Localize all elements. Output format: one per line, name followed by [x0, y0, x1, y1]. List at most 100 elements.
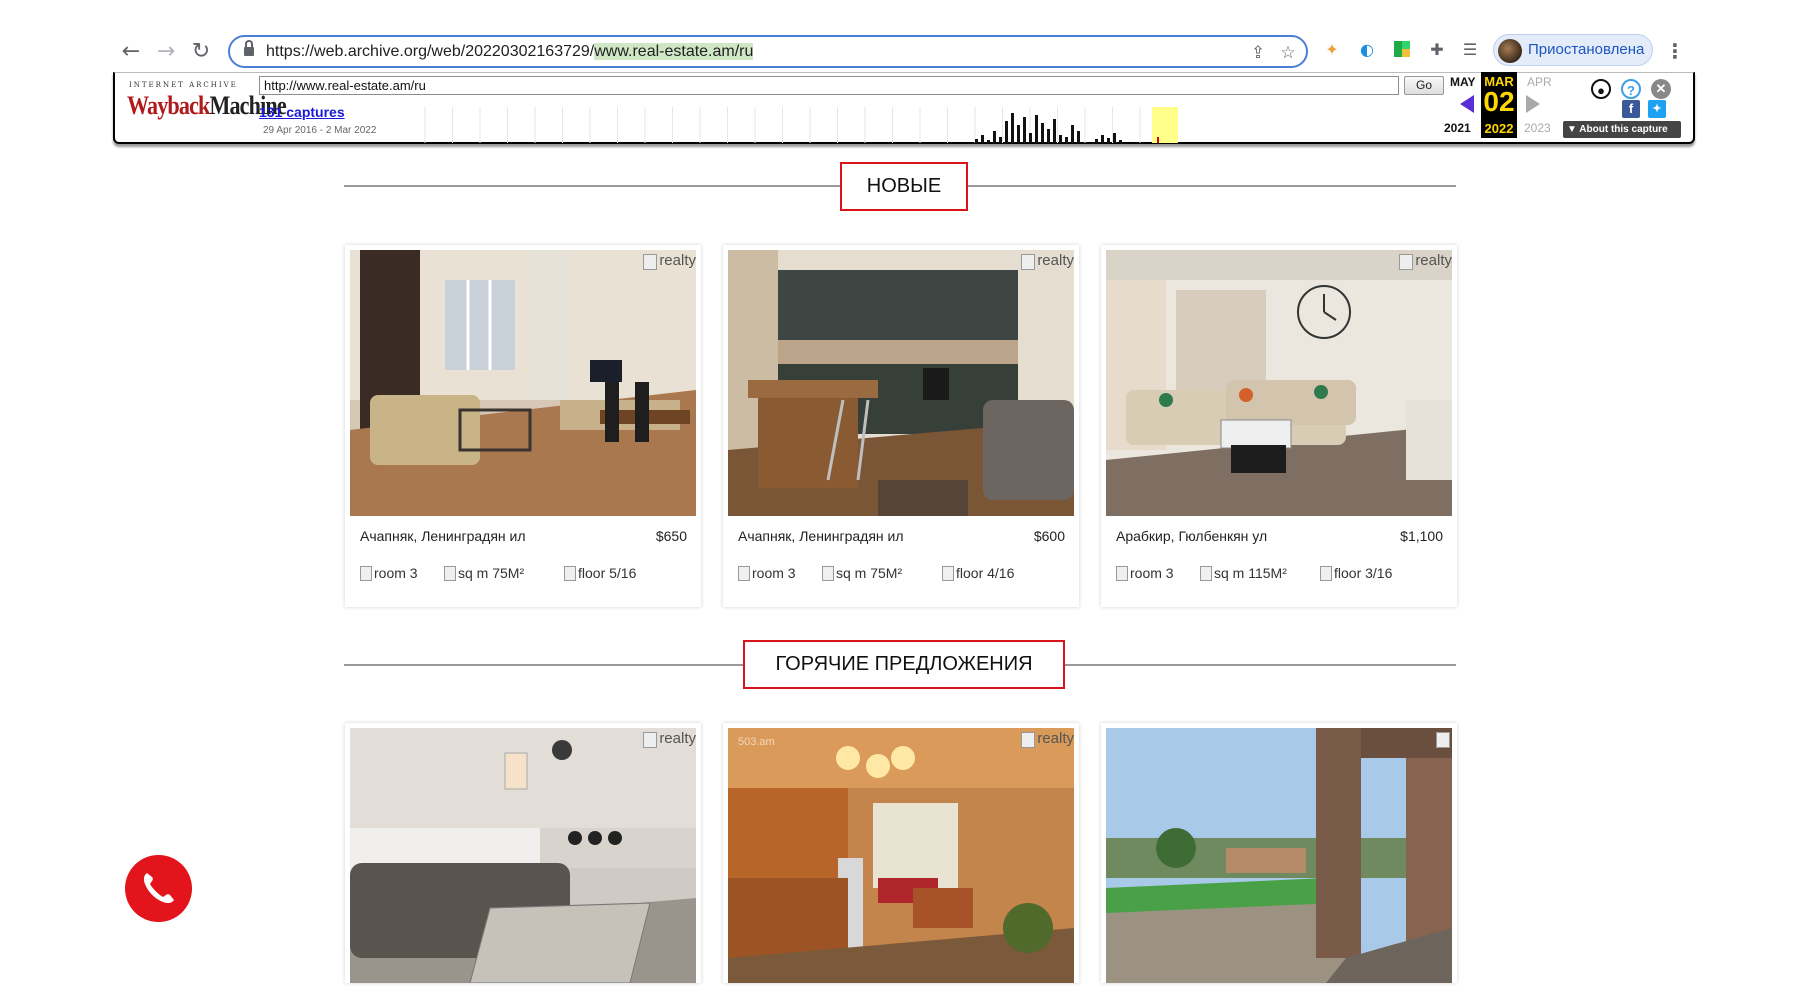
extension-puzzle-color-icon[interactable]: ✦ — [1322, 40, 1342, 60]
avatar — [1498, 39, 1522, 63]
lock-icon — [244, 40, 254, 57]
close-icon[interactable]: ✕ — [1651, 79, 1671, 99]
area-sqm: sq m 75M² — [444, 565, 524, 581]
sparkline-bar — [1029, 133, 1032, 143]
sparkline-bar — [1035, 115, 1038, 143]
sparkline-bar — [1041, 123, 1044, 143]
address-url[interactable]: https://web.archive.org/web/202203021637… — [266, 43, 754, 61]
realty-badge: realty — [1019, 252, 1074, 270]
sparkline-bar — [1005, 121, 1008, 143]
address-bar[interactable]: https://web.archive.org/web/202203021637… — [228, 35, 1308, 68]
listing-photo[interactable] — [1106, 728, 1452, 983]
wayback-go-button[interactable]: Go — [1404, 76, 1444, 95]
captures-sparkline[interactable] — [395, 99, 1265, 143]
sparkline-current-year — [1152, 107, 1178, 143]
extension-circle-icon[interactable]: ◐ — [1357, 40, 1377, 60]
current-year: 2022 — [1484, 121, 1514, 136]
forward-icon[interactable]: → — [153, 39, 179, 65]
listing-price: $600 — [1033, 528, 1065, 544]
profile-label: Приостановлена — [1528, 41, 1645, 58]
listing-card[interactable]: realty 503.am — [723, 723, 1079, 983]
listing-address[interactable]: Арабкир, Гюлбенкян ул — [1116, 528, 1267, 544]
listing-photo-image — [350, 250, 696, 516]
sparkline-bar — [999, 137, 1002, 143]
profile-button[interactable]: Приостановлена — [1493, 34, 1653, 66]
wayback-logo-way: Wayback — [127, 91, 210, 120]
sparkline-bar — [1023, 117, 1026, 143]
sparkline-bar — [1011, 113, 1014, 143]
call-button[interactable] — [125, 855, 192, 922]
listing-address[interactable]: Ачапняк, Ленинградян ил — [360, 528, 526, 544]
area-sqm: sq m 75M² — [822, 565, 902, 581]
share-icon[interactable]: ⇪ — [1247, 42, 1269, 64]
current-day: 02 — [1483, 86, 1515, 117]
realty-badge: realty — [1397, 252, 1452, 270]
prev-month-label[interactable]: MAY — [1450, 75, 1476, 89]
room-count: room 3 — [738, 565, 796, 581]
sparkline-bar — [993, 131, 996, 143]
address-url-highlight: www.real-estate.am/ru — [594, 43, 754, 60]
listing-card[interactable]: realty Ачапняк, Ленинградян ил $650 room… — [345, 245, 701, 607]
listing-photo[interactable]: realty 503.am — [728, 728, 1074, 983]
extension-green-icon[interactable] — [1392, 40, 1412, 60]
listing-card[interactable]: realty Ачапняк, Ленинградян ил $600 room… — [723, 245, 1079, 607]
floor-info: floor 4/16 — [942, 565, 1014, 581]
internet-archive-label: INTERNET ARCHIVE — [129, 81, 238, 89]
sparkline-current-marker — [1157, 137, 1159, 143]
listing-photo[interactable]: realty — [350, 728, 696, 983]
browser-toolbar: ← → ↻ https://web.archive.org/web/202203… — [110, 31, 1690, 71]
listing-card[interactable]: realty — [345, 723, 701, 983]
sparkline-bar — [1101, 135, 1104, 143]
listing-features: room 3 sq m 75M² floor 5/16 — [360, 565, 690, 585]
twitter-icon[interactable]: ✦ — [1648, 100, 1666, 118]
realty-badge: realty — [1019, 730, 1074, 748]
realty-badge: realty — [641, 252, 696, 270]
sparkline-bar — [1059, 135, 1062, 143]
listing-address[interactable]: Ачапняк, Ленинградян ил — [738, 528, 904, 544]
area-sqm: sq m 115M² — [1200, 565, 1287, 581]
listing-features: room 3 sq m 115M² floor 3/16 — [1116, 565, 1446, 585]
prev-capture-arrow-icon[interactable] — [1460, 95, 1474, 113]
help-icon[interactable]: ? — [1621, 79, 1641, 99]
listing-photo-image — [350, 728, 696, 983]
sparkline-bar — [1065, 137, 1068, 143]
account-icon[interactable]: ● — [1591, 79, 1611, 99]
reading-list-icon[interactable]: ☰ — [1460, 40, 1480, 60]
captures-range: 29 Apr 2016 - 2 Mar 2022 — [263, 125, 377, 136]
listing-price: $1,100 — [1400, 528, 1443, 544]
listing-photo[interactable]: realty — [1106, 250, 1452, 516]
next-year-label[interactable]: 2023 — [1524, 121, 1551, 135]
sparkline-bar — [1047, 129, 1050, 143]
realty-badge: realty — [641, 730, 696, 748]
listing-photo-image — [728, 250, 1074, 516]
listing-photo-image — [728, 728, 1074, 983]
listing-photo-image — [1106, 728, 1452, 983]
sparkline-bar — [1113, 133, 1116, 143]
facebook-icon[interactable]: f — [1622, 100, 1640, 118]
sparkline-bar — [1017, 125, 1020, 143]
floor-info: floor 3/16 — [1320, 565, 1392, 581]
back-icon[interactable]: ← — [118, 39, 144, 65]
section-title-hot: ГОРЯЧИЕ ПРЕДЛОЖЕНИЯ — [743, 640, 1065, 689]
about-capture-button[interactable]: ▼ About this capture — [1563, 121, 1681, 138]
listing-photo[interactable]: realty — [350, 250, 696, 516]
next-capture-arrow-icon[interactable] — [1526, 95, 1540, 113]
reload-icon[interactable]: ↻ — [188, 39, 214, 65]
room-count: room 3 — [360, 565, 418, 581]
current-capture-date: MAR 02 2022 — [1481, 72, 1517, 138]
sparkline-bar — [981, 135, 984, 143]
star-icon[interactable]: ☆ — [1277, 42, 1299, 64]
captures-link[interactable]: 131 captures — [259, 104, 345, 120]
extensions-puzzle-icon[interactable]: ✚ — [1427, 40, 1447, 60]
wayback-url-input[interactable]: http://www.real-estate.am/ru — [259, 76, 1399, 95]
prev-year-label[interactable]: 2021 — [1444, 121, 1471, 135]
sparkline-bar — [975, 139, 978, 143]
next-month-label[interactable]: APR — [1527, 75, 1552, 89]
section-title-new: НОВЫЕ — [840, 162, 968, 211]
wayback-toolbar: INTERNET ARCHIVE WaybackMachine http://w… — [113, 72, 1695, 144]
listing-photo[interactable]: realty — [728, 250, 1074, 516]
listing-card[interactable] — [1101, 723, 1457, 983]
listing-card[interactable]: realty Арабкир, Гюлбенкян ул $1,100 room… — [1101, 245, 1457, 607]
menu-kebab-icon[interactable]: ⋮ — [1665, 39, 1685, 63]
sparkline-bar — [1071, 125, 1074, 143]
